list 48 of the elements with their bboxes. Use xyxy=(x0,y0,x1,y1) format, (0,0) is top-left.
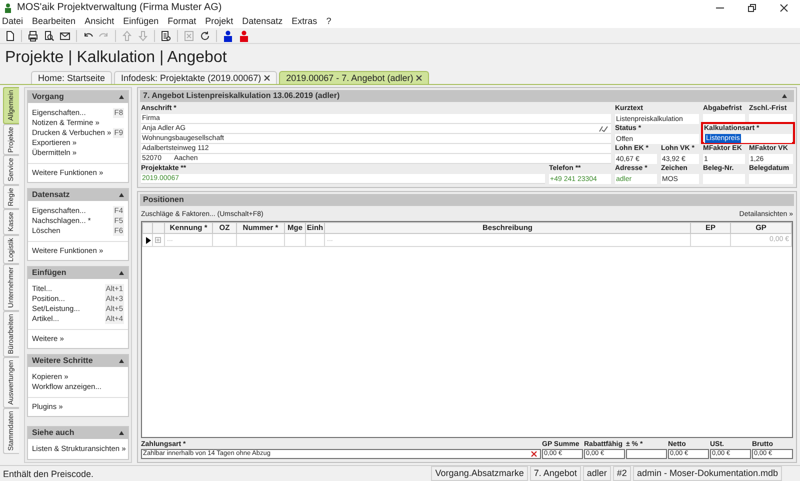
window-title: MOS'aik Projektverwaltung (Firma Muster AG) xyxy=(17,1,222,15)
status-pane: Vorgang.Absatzmarke xyxy=(431,466,528,481)
restore-icon[interactable] xyxy=(747,2,757,12)
status-pane: adler xyxy=(582,466,611,481)
collapse-icon[interactable] xyxy=(119,431,124,435)
print-preview-icon[interactable] xyxy=(43,30,55,42)
page-heading: Projekte | Kalkulation | Angebot xyxy=(5,48,227,68)
text-field[interactable] xyxy=(626,449,667,459)
panel-title: 7. Angebot Listenpreiskalkulation 13.06.2019 (adler) xyxy=(143,90,340,102)
panel-title: Positionen xyxy=(143,194,184,206)
person-icon[interactable] xyxy=(222,30,234,42)
panel-title: Einfügen xyxy=(32,267,66,279)
panel-title: Siehe auch xyxy=(32,427,74,439)
status-pane: #2 xyxy=(612,466,631,481)
person-icon[interactable] xyxy=(238,30,250,42)
document-tab[interactable]: 2019.00067 - 7. Angebot (adler) xyxy=(279,71,430,84)
status-pane: admin - Moser-Dokumentation.mdb xyxy=(632,466,782,481)
mail-icon[interactable] xyxy=(59,30,71,42)
document-tab[interactable]: Infodesk: Projektakte (2019.00067) xyxy=(114,71,278,84)
clear-icon[interactable] xyxy=(531,451,537,457)
status-message: Enthält den Preiscode. xyxy=(2,468,95,480)
collapse-icon[interactable] xyxy=(782,94,787,98)
menu-item[interactable]: Projekt xyxy=(205,15,234,28)
app-icon xyxy=(3,2,13,12)
document-tab[interactable]: Home: Startseite xyxy=(31,71,112,84)
close-icon[interactable] xyxy=(779,2,789,12)
collapse-icon[interactable] xyxy=(119,193,124,197)
panel-title: Vorgang xyxy=(32,91,64,103)
collapse-icon[interactable] xyxy=(119,271,124,275)
menu-item[interactable]: Ansicht xyxy=(84,15,114,28)
refresh-icon[interactable] xyxy=(199,30,211,42)
document-icon[interactable] xyxy=(160,30,172,42)
lookup-icon[interactable] xyxy=(599,126,608,132)
status-pane: 7. Angebot xyxy=(530,466,581,481)
collapse-icon[interactable] xyxy=(119,359,124,363)
panel-title: Weitere Schritte xyxy=(32,355,93,367)
menu-item[interactable]: ? xyxy=(326,15,332,28)
menu-item[interactable]: Extras xyxy=(292,15,318,28)
close-icon[interactable] xyxy=(264,75,270,81)
menu-item[interactable]: Datensatz xyxy=(242,15,283,28)
print-icon[interactable] xyxy=(27,30,39,42)
collapse-icon[interactable] xyxy=(119,95,124,99)
menu-item[interactable]: Bearbeiten xyxy=(32,15,76,28)
menu-item[interactable]: Format xyxy=(168,15,196,28)
menu-item[interactable]: Datei xyxy=(2,15,24,28)
menu-item[interactable]: Einfügen xyxy=(123,15,159,28)
panel-title: Datensatz xyxy=(32,189,70,201)
close-icon[interactable] xyxy=(416,75,422,81)
